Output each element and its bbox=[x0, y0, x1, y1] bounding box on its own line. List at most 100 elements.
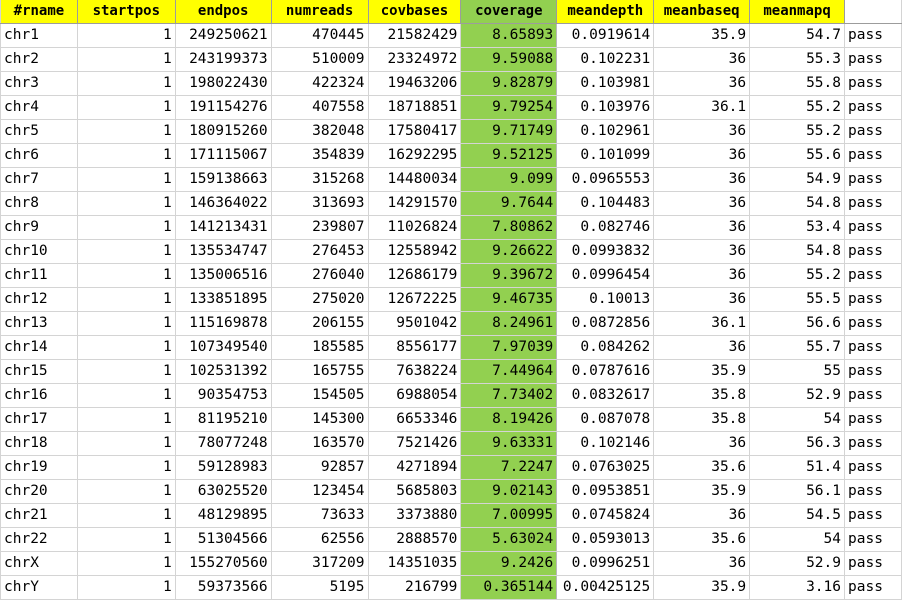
cell-meanmapq[interactable]: 55.5 bbox=[749, 287, 845, 312]
cell-endpos[interactable]: 107349540 bbox=[175, 335, 272, 360]
cell-numreads[interactable]: 239807 bbox=[271, 215, 369, 240]
cell-meanbaseq[interactable]: 36 bbox=[653, 143, 751, 168]
cell-numreads[interactable]: 382048 bbox=[271, 119, 369, 144]
cell-numreads[interactable]: 62556 bbox=[271, 527, 369, 552]
cell-numreads[interactable]: 165755 bbox=[271, 359, 369, 384]
cell-coverage[interactable]: 7.00995 bbox=[460, 503, 558, 528]
cell-covbases[interactable]: 6653346 bbox=[368, 407, 462, 432]
cell-meanbaseq[interactable]: 36 bbox=[653, 239, 751, 264]
cell-meanmapq[interactable]: 53.4 bbox=[749, 215, 845, 240]
cell-meandepth[interactable]: 0.087078 bbox=[556, 407, 655, 432]
cell-meandepth[interactable]: 0.10013 bbox=[556, 287, 655, 312]
cell-rname[interactable]: chr16 bbox=[0, 383, 78, 408]
cell-startpos[interactable]: 1 bbox=[77, 47, 176, 72]
cell-endpos[interactable]: 191154276 bbox=[175, 95, 272, 120]
cell-rname[interactable]: chr11 bbox=[0, 263, 78, 288]
cell-meanbaseq[interactable]: 35.8 bbox=[653, 407, 751, 432]
cell-meandepth[interactable]: 0.082746 bbox=[556, 215, 655, 240]
cell-coverage[interactable]: 9.2426 bbox=[460, 551, 558, 576]
cell-rname[interactable]: chr8 bbox=[0, 191, 78, 216]
cell-endpos[interactable]: 59373566 bbox=[175, 575, 272, 600]
cell-meanbaseq[interactable]: 36 bbox=[653, 191, 751, 216]
cell-covbases[interactable]: 12686179 bbox=[368, 263, 462, 288]
cell-meanmapq[interactable]: 54.8 bbox=[749, 191, 845, 216]
cell-covbases[interactable]: 6988054 bbox=[368, 383, 462, 408]
cell-endpos[interactable]: 81195210 bbox=[175, 407, 272, 432]
cell-startpos[interactable]: 1 bbox=[77, 119, 176, 144]
cell-coverage[interactable]: 9.59088 bbox=[460, 47, 558, 72]
cell-flag[interactable]: pass bbox=[844, 263, 902, 288]
cell-coverage[interactable]: 9.46735 bbox=[460, 287, 558, 312]
cell-flag[interactable]: pass bbox=[844, 119, 902, 144]
cell-endpos[interactable]: 198022430 bbox=[175, 71, 272, 96]
cell-startpos[interactable]: 1 bbox=[77, 95, 176, 120]
cell-meandepth[interactable]: 0.102146 bbox=[556, 431, 655, 456]
cell-covbases[interactable]: 5685803 bbox=[368, 479, 462, 504]
cell-startpos[interactable]: 1 bbox=[77, 191, 176, 216]
cell-numreads[interactable]: 315268 bbox=[271, 167, 369, 192]
cell-rname[interactable]: chr2 bbox=[0, 47, 78, 72]
cell-flag[interactable]: pass bbox=[844, 527, 902, 552]
cell-flag[interactable]: pass bbox=[844, 503, 902, 528]
cell-coverage[interactable]: 7.73402 bbox=[460, 383, 558, 408]
cell-meanmapq[interactable]: 54.7 bbox=[749, 23, 845, 48]
cell-meanmapq[interactable]: 51.4 bbox=[749, 455, 845, 480]
cell-flag[interactable]: pass bbox=[844, 575, 902, 600]
cell-covbases[interactable]: 11026824 bbox=[368, 215, 462, 240]
cell-meanbaseq[interactable]: 36 bbox=[653, 71, 751, 96]
cell-meanmapq[interactable]: 55.7 bbox=[749, 335, 845, 360]
cell-endpos[interactable]: 115169878 bbox=[175, 311, 272, 336]
cell-endpos[interactable]: 180915260 bbox=[175, 119, 272, 144]
cell-meanbaseq[interactable]: 36.1 bbox=[653, 311, 751, 336]
header-cell-endpos[interactable]: endpos bbox=[175, 0, 272, 24]
cell-numreads[interactable]: 275020 bbox=[271, 287, 369, 312]
cell-meandepth[interactable]: 0.102961 bbox=[556, 119, 655, 144]
cell-meandepth[interactable]: 0.00425125 bbox=[556, 575, 655, 600]
cell-coverage[interactable]: 9.26622 bbox=[460, 239, 558, 264]
cell-meanmapq[interactable]: 54.9 bbox=[749, 167, 845, 192]
cell-numreads[interactable]: 354839 bbox=[271, 143, 369, 168]
cell-numreads[interactable]: 163570 bbox=[271, 431, 369, 456]
cell-meandepth[interactable]: 0.0993832 bbox=[556, 239, 655, 264]
cell-endpos[interactable]: 102531392 bbox=[175, 359, 272, 384]
cell-startpos[interactable]: 1 bbox=[77, 455, 176, 480]
cell-startpos[interactable]: 1 bbox=[77, 71, 176, 96]
cell-coverage[interactable]: 9.7644 bbox=[460, 191, 558, 216]
cell-meanmapq[interactable]: 54.5 bbox=[749, 503, 845, 528]
cell-startpos[interactable]: 1 bbox=[77, 431, 176, 456]
cell-meandepth[interactable]: 0.084262 bbox=[556, 335, 655, 360]
cell-rname[interactable]: chr15 bbox=[0, 359, 78, 384]
cell-endpos[interactable]: 90354753 bbox=[175, 383, 272, 408]
cell-meanmapq[interactable]: 54 bbox=[749, 527, 845, 552]
cell-flag[interactable]: pass bbox=[844, 47, 902, 72]
cell-covbases[interactable]: 17580417 bbox=[368, 119, 462, 144]
cell-covbases[interactable]: 19463206 bbox=[368, 71, 462, 96]
cell-meanbaseq[interactable]: 36 bbox=[653, 335, 751, 360]
cell-meandepth[interactable]: 0.0787616 bbox=[556, 359, 655, 384]
cell-meanbaseq[interactable]: 36 bbox=[653, 167, 751, 192]
cell-meanbaseq[interactable]: 35.9 bbox=[653, 479, 751, 504]
cell-coverage[interactable]: 8.19426 bbox=[460, 407, 558, 432]
cell-meanbaseq[interactable]: 35.9 bbox=[653, 23, 751, 48]
cell-coverage[interactable]: 7.80862 bbox=[460, 215, 558, 240]
cell-numreads[interactable]: 185585 bbox=[271, 335, 369, 360]
cell-rname[interactable]: chrY bbox=[0, 575, 78, 600]
cell-numreads[interactable]: 154505 bbox=[271, 383, 369, 408]
cell-coverage[interactable]: 9.02143 bbox=[460, 479, 558, 504]
cell-numreads[interactable]: 123454 bbox=[271, 479, 369, 504]
cell-meanmapq[interactable]: 56.6 bbox=[749, 311, 845, 336]
cell-startpos[interactable]: 1 bbox=[77, 167, 176, 192]
cell-meanmapq[interactable]: 52.9 bbox=[749, 383, 845, 408]
cell-meanbaseq[interactable]: 36 bbox=[653, 263, 751, 288]
cell-startpos[interactable]: 1 bbox=[77, 239, 176, 264]
cell-coverage[interactable]: 9.39672 bbox=[460, 263, 558, 288]
cell-endpos[interactable]: 59128983 bbox=[175, 455, 272, 480]
cell-coverage[interactable]: 9.79254 bbox=[460, 95, 558, 120]
cell-meanbaseq[interactable]: 35.6 bbox=[653, 527, 751, 552]
cell-covbases[interactable]: 16292295 bbox=[368, 143, 462, 168]
cell-startpos[interactable]: 1 bbox=[77, 215, 176, 240]
cell-startpos[interactable]: 1 bbox=[77, 287, 176, 312]
cell-flag[interactable]: pass bbox=[844, 551, 902, 576]
cell-rname[interactable]: chr22 bbox=[0, 527, 78, 552]
header-cell-meanmapq[interactable]: meanmapq bbox=[749, 0, 845, 24]
